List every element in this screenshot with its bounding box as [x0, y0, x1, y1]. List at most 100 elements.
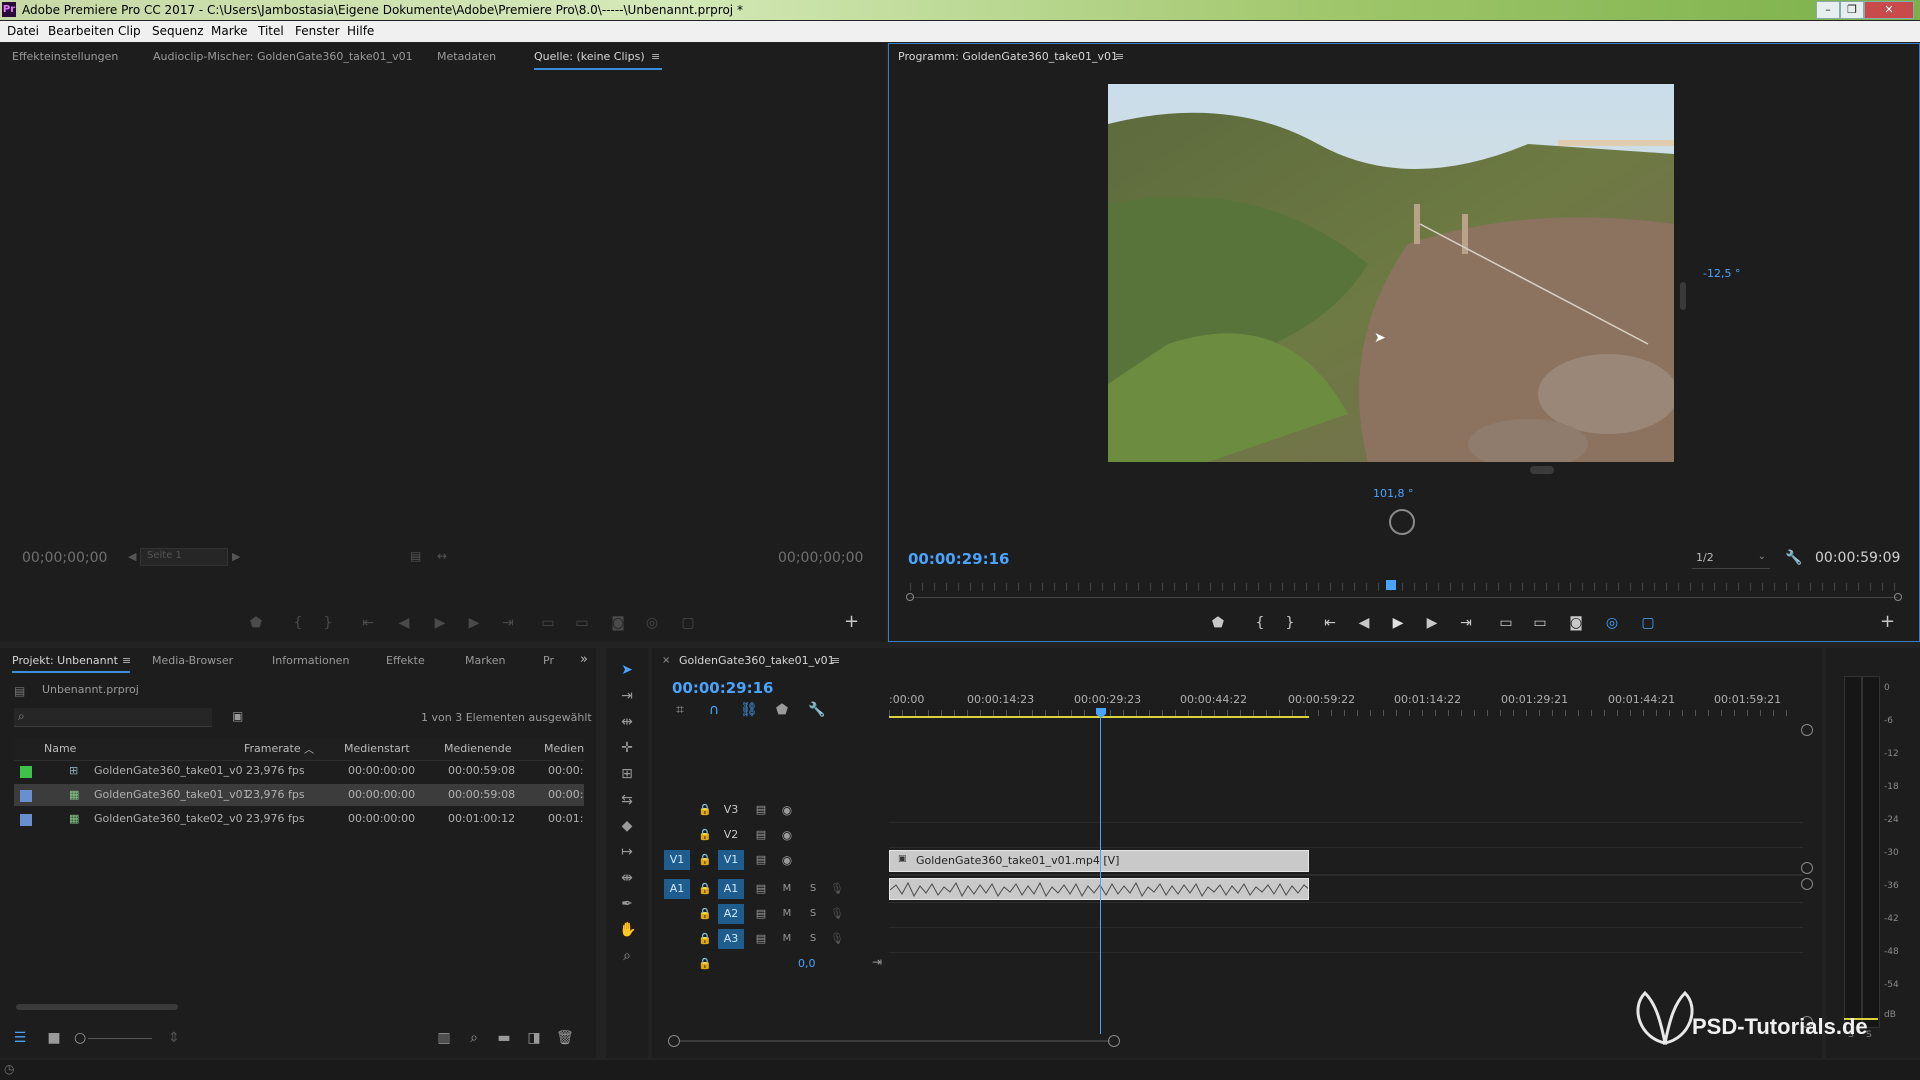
lock-icon[interactable]: 🔒 [698, 802, 712, 818]
track-select-tool-icon[interactable]: ⇥ [619, 688, 635, 704]
tab-effekteinstellungen[interactable]: Effekteinstellungen [12, 50, 118, 63]
sync-lock-icon[interactable]: ▤ [754, 827, 768, 843]
tab-quelle[interactable]: Quelle: (keine Clips) [534, 50, 645, 63]
mute-button[interactable]: M [780, 906, 794, 922]
tab-programm[interactable]: Programm: GoldenGate360_take01_v01 [898, 50, 1118, 63]
step-forward-icon[interactable]: ▶ [466, 615, 482, 631]
menu-marke[interactable]: Marke [211, 21, 248, 42]
go-to-in-icon[interactable]: ⇤ [1322, 615, 1338, 631]
ripple-edit-tool-icon[interactable]: ⇹ [619, 714, 635, 730]
tab-media-browser[interactable]: Media-Browser [152, 654, 233, 667]
slide-tool-icon[interactable]: ⇼ [619, 870, 635, 886]
step-back-icon[interactable]: ◀ [396, 615, 412, 631]
captions-icon[interactable]: ▢ [680, 615, 696, 631]
hand-tool-icon[interactable]: ✋ [619, 922, 636, 938]
track-v2-label[interactable]: V2 [718, 825, 744, 845]
vr-rotation-dial-icon[interactable] [1389, 509, 1415, 535]
program-menu-icon[interactable]: ≡ [1115, 50, 1124, 63]
page-select[interactable]: Seite 1 [140, 548, 228, 566]
scroll-handle-top[interactable] [1801, 724, 1813, 736]
eye-icon[interactable]: ◉ [780, 827, 794, 843]
play-icon[interactable]: ▶ [1390, 615, 1406, 631]
icon-view-icon[interactable]: ■ [46, 1030, 62, 1046]
mark-in-icon[interactable]: { [290, 615, 306, 631]
scrubber-start-handle[interactable] [906, 593, 914, 601]
scroll-handle-mid[interactable] [1801, 878, 1813, 890]
zoom-slider-handle[interactable]: ○ [74, 1030, 86, 1046]
horizontal-scrollbar[interactable] [16, 1004, 178, 1010]
camera-icon[interactable]: ◙ [610, 615, 626, 631]
vr-video-icon[interactable]: ◎ [1604, 615, 1620, 631]
source-patch-a1[interactable]: A1 [664, 879, 690, 899]
razor-tool-icon[interactable]: ◆ [619, 818, 635, 834]
find-icon[interactable]: ⌕ [466, 1030, 482, 1046]
add-button-icon[interactable]: + [844, 611, 859, 632]
list-item[interactable]: ▦ GoldenGate360_take02_v0 23,976 fps 00:… [14, 808, 584, 830]
zoom-tool-icon[interactable]: ⌕ [619, 948, 635, 964]
master-volume-value[interactable]: 0,0 [798, 957, 816, 970]
scrubber-end-handle[interactable] [1894, 593, 1902, 601]
overwrite-icon[interactable]: ▭ [574, 615, 590, 631]
mark-out-icon[interactable]: } [320, 615, 336, 631]
marker-icon[interactable]: ⬟ [1210, 615, 1226, 631]
video-clip[interactable]: ▣ GoldenGate360_take01_v01.mp4 [V] [889, 850, 1309, 872]
label-color-swatch[interactable] [20, 790, 32, 802]
zoom-select[interactable]: 1/2 ⌄ [1692, 550, 1770, 569]
column-name[interactable]: Name [44, 742, 76, 755]
tab-metadaten[interactable]: Metadaten [437, 50, 496, 63]
extract-icon[interactable]: ▭ [1532, 615, 1548, 631]
tab-sequence[interactable]: GoldenGate360_take01_v01 [679, 654, 835, 667]
program-timecode[interactable]: 00:00:29:16 [908, 550, 1010, 568]
track-v1-label[interactable]: V1 [718, 850, 744, 870]
rolling-edit-tool-icon[interactable]: ✛ [619, 740, 635, 756]
column-medien[interactable]: Medien [544, 742, 584, 755]
tab-audioclip-mischer[interactable]: Audioclip-Mischer: GoldenGate360_take01_… [153, 50, 413, 63]
step-back-icon[interactable]: ◀ [1356, 615, 1372, 631]
menu-datei[interactable]: Datei [7, 21, 39, 42]
pen-tool-icon[interactable]: ✒ [619, 896, 635, 912]
track-a2-label[interactable]: A2 [718, 904, 744, 924]
column-framerate[interactable]: Framerate [244, 742, 301, 755]
project-menu-icon[interactable]: ≡ [122, 654, 131, 667]
wrench-icon[interactable]: 🔧 [1785, 550, 1802, 566]
minimize-icon[interactable]: – [1816, 1, 1840, 19]
menu-fenster[interactable]: Fenster [295, 21, 340, 42]
new-bin-icon[interactable]: ▬ [496, 1030, 512, 1046]
vr-horizontal-handle[interactable] [1530, 466, 1554, 474]
insert-icon[interactable]: ▭ [540, 615, 556, 631]
sync-lock-icon[interactable]: ▤ [754, 881, 768, 897]
source-patch-v1[interactable]: V1 [664, 850, 690, 870]
list-item-selected[interactable]: ▦ GoldenGate360_take01_v01 23,976 fps 00… [14, 784, 584, 806]
close-icon[interactable]: ✕ [1864, 1, 1914, 19]
go-to-out-icon[interactable]: ⇥ [500, 615, 516, 631]
tab-pr[interactable]: Pr [543, 654, 554, 667]
tab-effekte[interactable]: Effekte [386, 654, 425, 667]
go-to-end-icon[interactable]: ⇥ [870, 954, 884, 970]
close-tab-icon[interactable]: × [662, 655, 670, 666]
rate-stretch-tool-icon[interactable]: ⊞ [619, 766, 635, 782]
captions-icon[interactable]: ▢ [1640, 615, 1656, 631]
fit-icon[interactable]: ↔ [437, 549, 447, 563]
panel-menu-icon[interactable]: ≡ [651, 50, 660, 63]
sync-lock-icon[interactable]: ▤ [754, 931, 768, 947]
sync-lock-icon[interactable]: ▤ [754, 906, 768, 922]
solo-button[interactable]: S [806, 906, 820, 922]
menu-sequenz[interactable]: Sequenz [152, 21, 204, 42]
menu-titel[interactable]: Titel [258, 21, 284, 42]
lift-icon[interactable]: ▭ [1498, 615, 1514, 631]
menu-clip[interactable]: Clip [118, 21, 141, 42]
maximize-icon[interactable]: ❐ [1840, 1, 1864, 19]
lock-icon[interactable]: 🔒 [698, 956, 712, 972]
lock-icon[interactable]: 🔒 [698, 881, 712, 897]
page-prev-icon[interactable]: ◀ [128, 550, 136, 563]
mute-button[interactable]: M [780, 931, 794, 947]
add-button-icon[interactable]: + [1880, 611, 1895, 632]
track-a3-label[interactable]: A3 [718, 929, 744, 949]
play-icon[interactable]: ▶ [432, 615, 448, 631]
audio-clip[interactable] [889, 878, 1309, 900]
zoom-scroll-right-handle[interactable] [1108, 1035, 1120, 1047]
zoom-slider-track[interactable] [88, 1038, 152, 1039]
timeline-settings-icon[interactable]: 🔧 [808, 702, 825, 718]
eye-icon[interactable]: ◉ [780, 802, 794, 818]
mic-icon[interactable]: 🎙 [830, 906, 844, 922]
